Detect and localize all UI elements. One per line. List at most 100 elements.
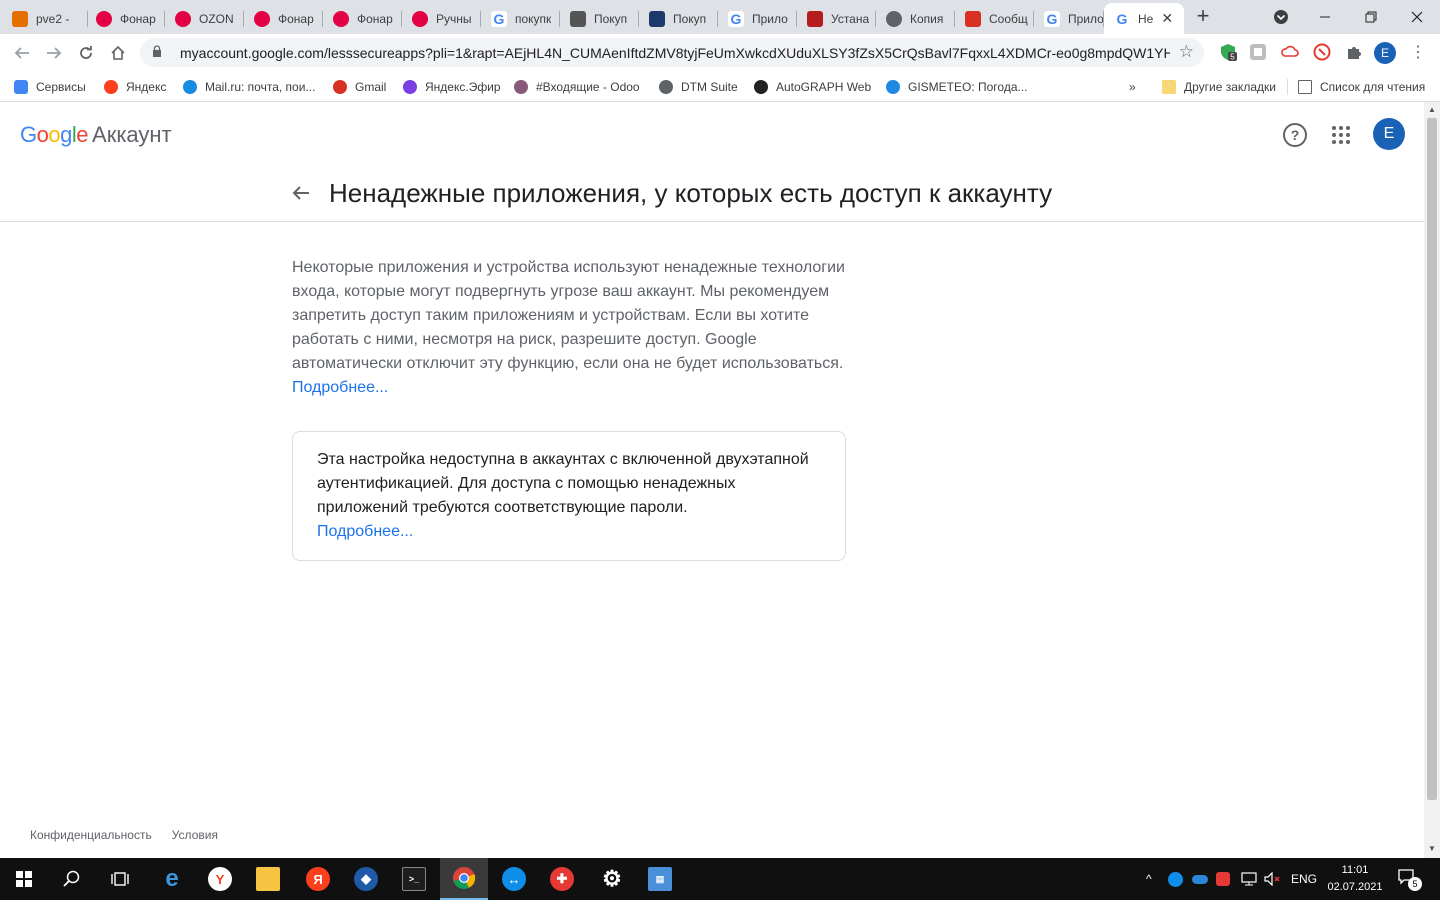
task-view-icon (111, 872, 129, 886)
apps-grid-icon[interactable] (1330, 124, 1352, 146)
taskbar-app-window[interactable]: ▤ (636, 858, 684, 900)
app-red-icon: ✚ (550, 867, 574, 891)
teamviewer-icon: ↔ (502, 867, 526, 891)
tray-onedrive-icon[interactable] (1192, 858, 1208, 900)
browser-tab[interactable]: Фонар (323, 3, 402, 34)
taskbar-yandex-browser[interactable]: Y (196, 858, 244, 900)
tray-network-icon[interactable] (1240, 858, 1258, 900)
tab-title: Покуп (673, 11, 707, 26)
terms-link[interactable]: Условия (172, 828, 218, 842)
tray-language[interactable]: ENG (1291, 858, 1317, 900)
reload-button[interactable] (71, 38, 101, 68)
bookmark-item[interactable]: GISMETEO: Погода... (886, 78, 1028, 96)
bookmark-item[interactable]: Яндекс.Эфир (403, 78, 501, 96)
browser-tab[interactable]: OZON (165, 3, 244, 34)
scrollbar-thumb[interactable] (1427, 118, 1437, 800)
bookmark-item[interactable]: DTM Suite (659, 78, 738, 96)
taskbar-app-red[interactable]: ✚ (538, 858, 586, 900)
bookmark-other-folder[interactable]: Другие закладки (1162, 78, 1276, 96)
search-button[interactable] (48, 858, 96, 900)
blocker-extension-icon[interactable] (1313, 43, 1331, 61)
ozon-icon (96, 10, 112, 27)
browser-tab[interactable]: Сообщ (955, 3, 1034, 34)
extension-gray-icon[interactable] (1249, 43, 1267, 61)
browser-tab[interactable]: G Прило (718, 3, 797, 34)
close-tab-icon[interactable]: ✕ (1161, 10, 1173, 27)
bookmark-item[interactable]: Яндекс (104, 78, 166, 96)
tab-title: pve2 - (36, 11, 70, 26)
taskbar-app-blue[interactable]: ◆ (342, 858, 390, 900)
tab-search-button[interactable] (1258, 0, 1304, 34)
bookmarks-more-chevron[interactable]: » (1129, 78, 1136, 96)
page-scrollbar[interactable]: ▲ ▼ (1424, 102, 1440, 858)
browser-tab[interactable]: Ручны (402, 3, 481, 34)
bookmark-item[interactable]: Gmail (333, 78, 386, 96)
task-view-button[interactable] (96, 858, 144, 900)
tray-clock[interactable]: 11:01 02.07.2021 (1320, 862, 1390, 896)
google-icon: G (728, 10, 744, 27)
browser-tab[interactable]: pve2 - (2, 3, 88, 34)
browser-tab[interactable]: Копия (876, 3, 955, 34)
taskbar-teamviewer[interactable]: ↔ (490, 858, 538, 900)
extensions-puzzle-icon[interactable] (1345, 43, 1363, 61)
reading-list-button[interactable]: Список для чтения (1298, 78, 1425, 96)
taskbar-yandex[interactable]: Я (294, 858, 342, 900)
profile-avatar[interactable]: E (1374, 42, 1396, 64)
minimize-button[interactable] (1302, 0, 1348, 34)
bookmark-item[interactable]: #Входящие - Odoo (514, 78, 640, 96)
browser-tab[interactable]: G Прило (1034, 3, 1104, 34)
mailru-icon (183, 80, 197, 94)
learn-more-link[interactable]: Подробнее... (292, 379, 388, 396)
shield-extension-icon[interactable]: 5 (1219, 43, 1237, 61)
lock-icon (152, 45, 166, 60)
browser-tab[interactable]: Фонар (244, 3, 323, 34)
scroll-up-arrow-icon[interactable]: ▲ (1428, 105, 1436, 114)
google-icon: G (1114, 10, 1130, 27)
back-button[interactable] (7, 38, 37, 68)
help-icon[interactable]: ? (1283, 123, 1307, 147)
new-tab-button[interactable]: + (1190, 5, 1216, 29)
privacy-link[interactable]: Конфиденциальность (30, 828, 152, 842)
bookmark-star-icon[interactable]: ☆ (1179, 42, 1194, 62)
action-center-button[interactable]: 5 (1398, 869, 1422, 891)
tray-teamviewer-icon[interactable] (1168, 858, 1183, 900)
google-account-logo[interactable]: Google Аккаунт (20, 122, 172, 148)
taskbar-terminal[interactable]: >_ (390, 858, 438, 900)
tray-volume-muted-icon[interactable] (1264, 858, 1282, 900)
start-button[interactable] (0, 858, 48, 900)
scroll-down-arrow-icon[interactable]: ▼ (1428, 844, 1436, 853)
bookmark-item[interactable]: Mail.ru: почта, пои... (183, 78, 315, 96)
proxmox-icon (12, 10, 28, 27)
tray-chevron-up-icon[interactable]: ^ (1146, 858, 1152, 900)
gmail-icon (965, 10, 981, 27)
browser-tab[interactable]: G Не ✕ (1104, 3, 1184, 34)
account-avatar[interactable]: E (1373, 118, 1405, 150)
browser-tab[interactable]: Устана (797, 3, 876, 34)
taskbar-chrome[interactable] (440, 858, 488, 900)
tab-title: Прило (752, 11, 788, 26)
taskbar-edge[interactable]: e (148, 858, 196, 900)
reading-list-icon (1298, 80, 1312, 94)
cloud-extension-icon[interactable] (1281, 43, 1299, 61)
address-bar[interactable]: myaccount.google.com/lesssecureapps?pli=… (140, 38, 1204, 67)
browser-tab[interactable]: Gпокупк (481, 3, 560, 34)
tab-title: Устана (831, 11, 870, 26)
close-window-button[interactable] (1394, 0, 1440, 34)
tray-app-red-icon[interactable] (1216, 858, 1230, 900)
browser-tab[interactable]: Фонар (86, 3, 165, 34)
close-icon (1411, 11, 1423, 23)
taskbar-settings[interactable]: ⚙ (588, 858, 636, 900)
browser-tab[interactable]: Покуп (560, 3, 639, 34)
tab-title: Не (1138, 11, 1154, 26)
url-text[interactable]: myaccount.google.com/lesssecureapps?pli=… (180, 45, 1170, 61)
forward-button[interactable] (39, 38, 69, 68)
browser-tab[interactable]: Покуп (639, 3, 718, 34)
taskbar-file-explorer[interactable] (244, 858, 292, 900)
bookmark-item[interactable]: AutoGRAPH Web (754, 78, 871, 96)
restore-button[interactable] (1348, 0, 1394, 34)
home-button[interactable] (103, 38, 133, 68)
browser-menu-icon[interactable]: ⋮ (1410, 42, 1426, 64)
card-learn-more-link[interactable]: Подробнее... (317, 523, 413, 540)
bookmark-item[interactable]: Сервисы (14, 78, 86, 96)
back-arrow-icon[interactable] (289, 182, 313, 208)
